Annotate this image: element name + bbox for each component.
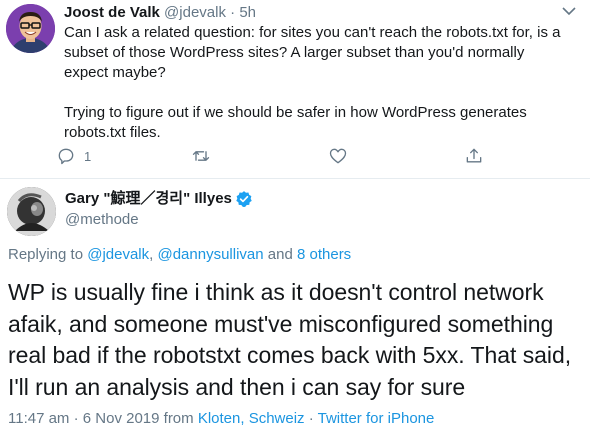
share-icon [466,148,482,163]
verified-badge-icon [236,191,252,207]
tweet2-time-date[interactable]: 11:47 am · 6 Nov 2019 from [8,410,198,427]
tweet2-text: WP is usually fine i think as it doesn't… [8,279,572,400]
replying-others-link[interactable]: 8 others [297,246,351,263]
tweet1-paragraph-2: Trying to figure out if we should be saf… [64,104,527,141]
tweet1-author-handle[interactable]: @jdevalk [164,4,226,21]
replying-user-dannysullivan[interactable]: @dannysullivan [157,246,263,263]
tweet1-header: Joost de Valk @jdevalk · 5h [64,3,256,23]
tweet2-meta-separator: · [304,410,318,427]
replying-user-jdevalk[interactable]: @jdevalk [87,246,149,263]
reply-icon [58,148,74,165]
replying-prefix: Replying to [8,246,88,263]
joost-avatar[interactable] [6,4,55,53]
replying-to: Replying to @jdevalk, @dannysullivan and… [8,245,351,265]
tweet2-meta: 11:47 am · 6 Nov 2019 from Kloten, Schwe… [8,409,434,429]
reply-count: 1 [84,148,92,164]
parent-tweet[interactable]: Joost de Valk @jdevalk · 5h Can I ask a … [0,0,590,179]
tweet2-author-handle[interactable]: @methode [65,210,139,230]
share-button[interactable] [464,145,484,167]
tweet1-paragraph-1: Can I ask a related question: for sites … [64,24,561,81]
tweet1-body: Can I ask a related question: for sites … [64,23,569,143]
gary-avatar[interactable] [7,187,56,236]
reply-button[interactable]: 1 [56,145,91,167]
like-icon [329,148,347,164]
tweet1-separator: · [230,4,236,21]
like-button[interactable] [328,145,348,167]
caret-down-icon[interactable] [562,6,576,16]
replying-and: and [263,246,297,263]
tweet1-timestamp[interactable]: 5h [239,4,256,21]
tweet2-location-link[interactable]: Kloten, Schweiz [198,410,305,427]
tweet2-author-row[interactable]: Gary "鯨理／경리" Illyes [65,189,253,209]
focused-tweet: Gary "鯨理／경리" Illyes @methode Replying to… [0,179,590,441]
tweet1-author-name[interactable]: Joost de Valk [64,4,160,21]
retweet-button[interactable] [191,145,211,167]
tweet2-author-name[interactable]: Gary "鯨理／경리" Illyes [65,189,232,209]
retweet-icon [192,151,210,161]
tweet1-actions: 1 [56,145,576,169]
tweet2-source-link[interactable]: Twitter for iPhone [318,410,435,427]
